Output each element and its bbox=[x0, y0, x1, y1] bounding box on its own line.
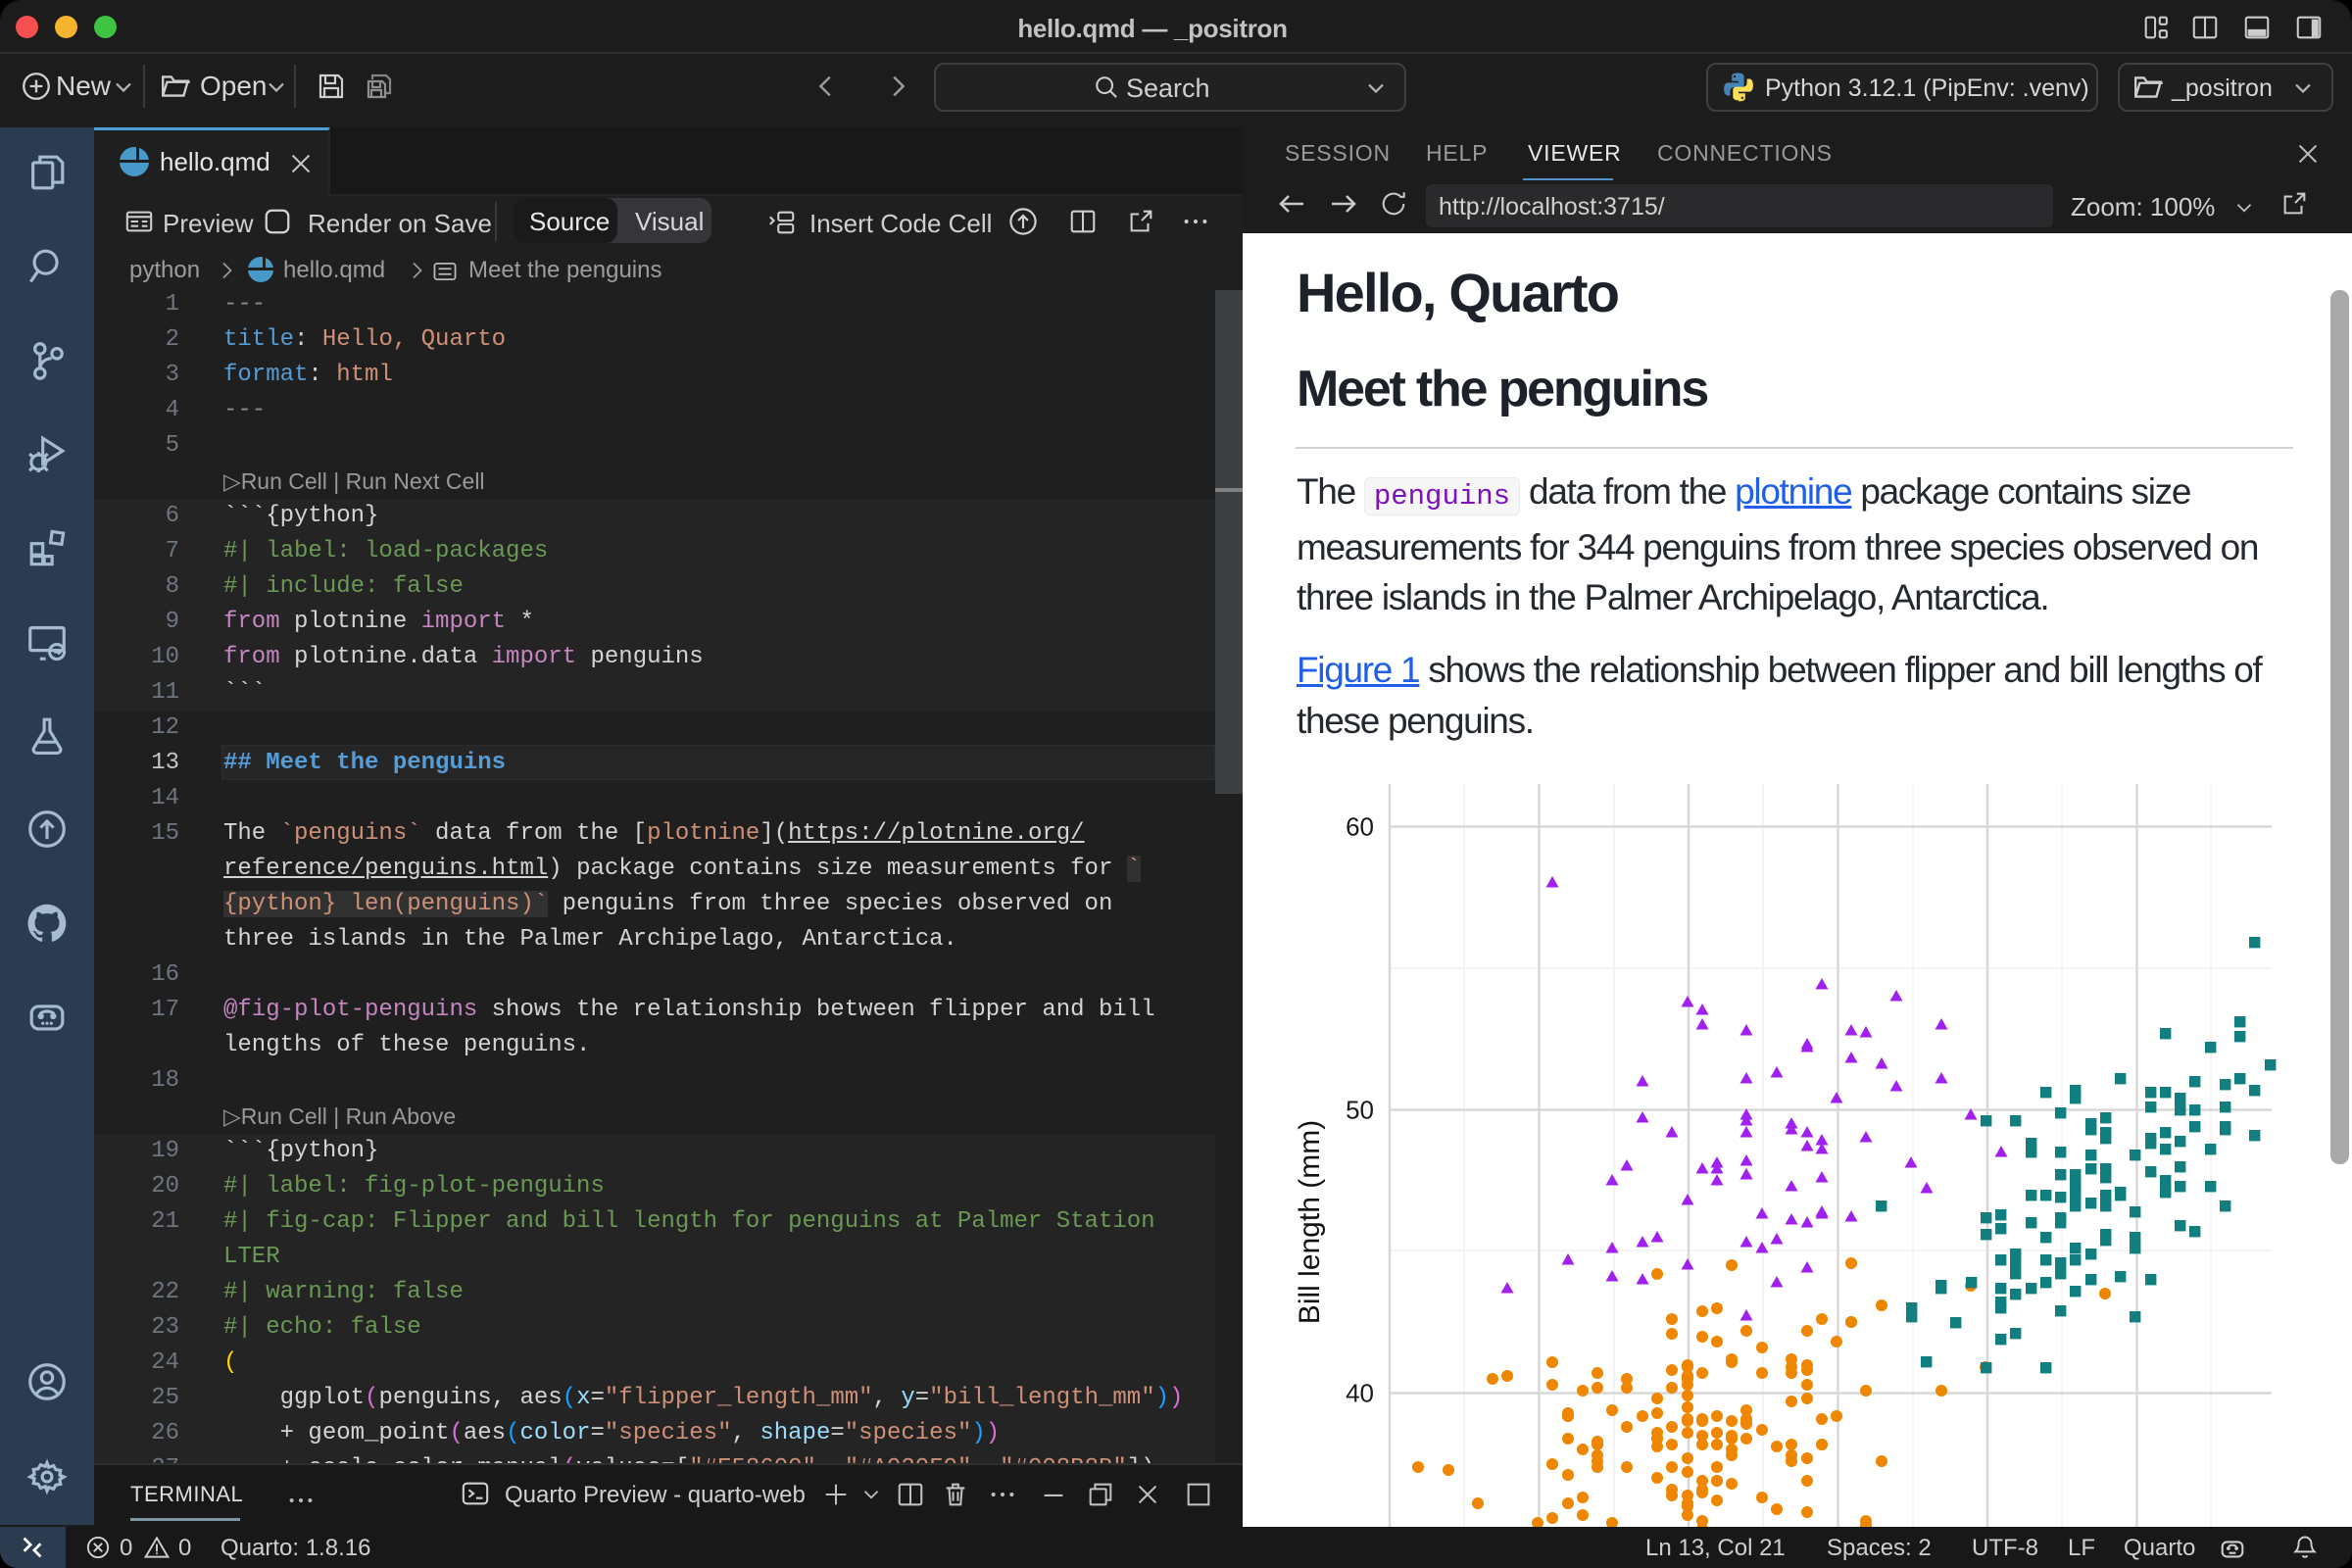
svg-text:Bill length (mm): Bill length (mm) bbox=[1294, 1120, 1326, 1324]
svg-text:60: 60 bbox=[1346, 812, 1374, 842]
svg-text:40: 40 bbox=[1346, 1379, 1374, 1408]
svg-text:50: 50 bbox=[1346, 1096, 1374, 1125]
